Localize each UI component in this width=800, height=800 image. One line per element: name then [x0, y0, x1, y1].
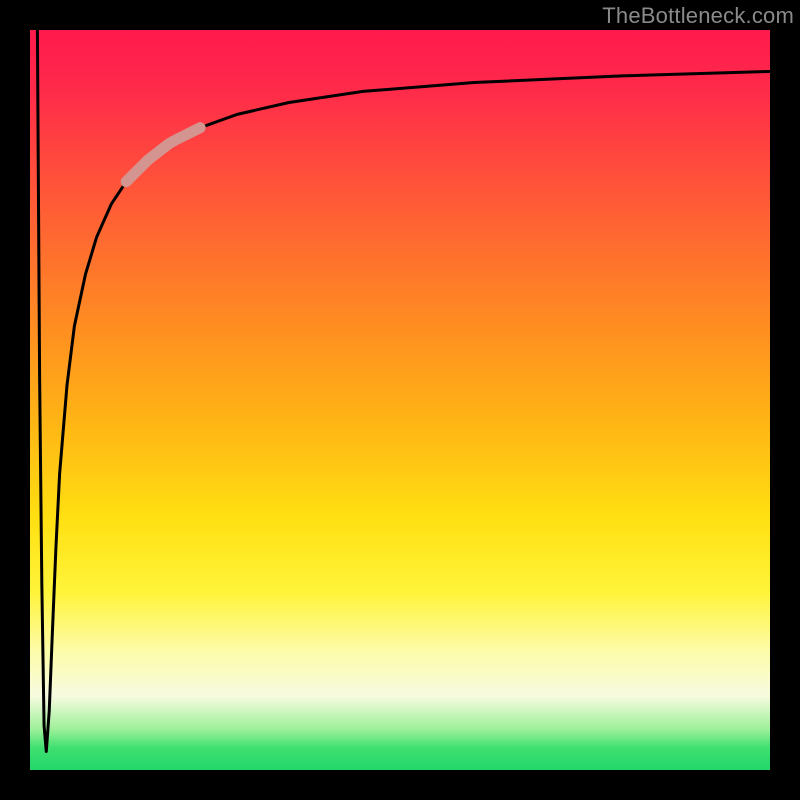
- main-curve: [37, 30, 770, 752]
- chart-frame: TheBottleneck.com: [0, 0, 800, 800]
- plot-area: [30, 30, 770, 770]
- curve-layer: [30, 30, 770, 770]
- watermark-text: TheBottleneck.com: [602, 3, 794, 29]
- highlight-segment: [126, 128, 200, 182]
